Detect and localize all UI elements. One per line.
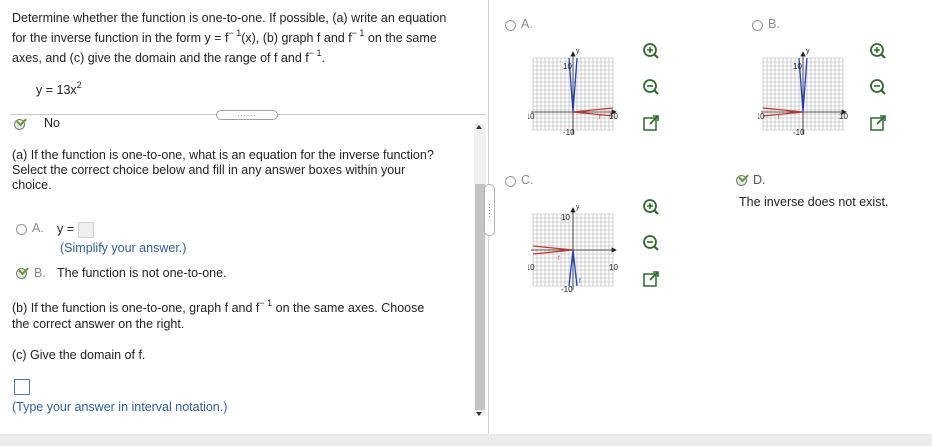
tick-x-10: 10 — [839, 112, 848, 121]
tick-x-10: 10 — [609, 263, 618, 272]
more-button[interactable]: ...... — [216, 110, 278, 120]
scroll-down-arrow[interactable] — [476, 412, 482, 416]
part-c-hint: (Type your answer in interval notation.) — [12, 400, 228, 414]
domain-answer-input[interactable] — [14, 379, 30, 395]
zoom-in-icon[interactable] — [642, 198, 660, 216]
option-a-hint: (Simplify your answer.) — [60, 241, 187, 255]
option-a-letter: A. — [32, 221, 44, 235]
question-line-3: axes, and (c) give the domain and the ra… — [12, 48, 325, 66]
graph-c-radio[interactable] — [505, 176, 516, 187]
y-label: y — [576, 204, 580, 211]
graph-b-plot: 10 -10 10 -10 x y f f — [758, 48, 848, 137]
zoom-out-icon[interactable] — [642, 78, 660, 96]
open-new-window-icon[interactable] — [642, 114, 660, 132]
scrollbar[interactable] — [474, 124, 486, 416]
tick-y-neg10: -10 — [563, 128, 575, 137]
tick-y-neg10: -10 — [793, 128, 805, 137]
part-b-prompt: (b) If the function is one-to-one, graph… — [12, 298, 425, 332]
function-equation: y = 13x2 — [36, 80, 82, 98]
tick-y-neg10: -10 — [561, 285, 573, 294]
question-text: Determine whether the function is one-to… — [12, 8, 482, 68]
graph-a-plot: 10 -10 10 -10 x y f f — [528, 48, 618, 137]
question-line-2: for the inverse function in the form y =… — [12, 28, 437, 46]
graph-d-text: The inverse does not exist. — [739, 195, 889, 209]
graph-option-d[interactable] — [736, 171, 750, 189]
graph-c-letter: C. — [521, 173, 534, 187]
y-label: y — [806, 48, 810, 55]
y-label: y — [576, 48, 580, 55]
no-answer-check — [14, 115, 27, 130]
option-a-radio[interactable] — [16, 224, 27, 235]
scroll-up-arrow[interactable] — [476, 125, 482, 129]
graph-a-letter: A. — [521, 17, 533, 31]
pane-resize-handle[interactable]: ····· — [484, 184, 495, 236]
tick-x-10: 10 — [609, 112, 618, 121]
option-b-letter: B. — [34, 266, 46, 280]
inverse-answer-input[interactable] — [78, 222, 94, 238]
open-new-window-icon[interactable] — [642, 270, 660, 288]
zoom-in-icon[interactable] — [642, 42, 660, 60]
tick-y-10: 10 — [793, 62, 802, 71]
part-a-option-b[interactable] — [16, 264, 30, 280]
option-a-text: y = — [57, 222, 75, 236]
tick-y-10: 10 — [561, 213, 570, 222]
graph-b-letter: B. — [768, 17, 780, 31]
finv-label: f — [558, 256, 560, 262]
open-new-window-icon[interactable] — [869, 114, 887, 132]
graph-b-radio[interactable] — [752, 20, 763, 31]
zoom-out-icon[interactable] — [642, 234, 660, 252]
question-line-1: Determine whether the function is one-to… — [12, 11, 447, 25]
graph-a-radio[interactable] — [505, 20, 516, 31]
graph-d-letter: D. — [753, 173, 766, 187]
option-b-text: The function is not one-to-one. — [57, 266, 227, 280]
part-a-prompt: (a) If the function is one-to-one, what … — [12, 148, 434, 192]
zoom-in-icon[interactable] — [869, 42, 887, 60]
bottom-bar — [0, 434, 932, 446]
tick-x-neg10: -10 — [528, 112, 535, 121]
graph-c-plot: 10 -10 10 -10 x y f f — [528, 204, 618, 294]
tick-x-neg10: -10 — [758, 112, 765, 121]
tick-y-10: 10 — [563, 62, 572, 71]
no-answer-label: No — [44, 116, 60, 130]
part-c-prompt: (c) Give the domain of f. — [12, 348, 146, 362]
tick-x-neg10: -10 — [528, 263, 535, 272]
zoom-out-icon[interactable] — [869, 78, 887, 96]
